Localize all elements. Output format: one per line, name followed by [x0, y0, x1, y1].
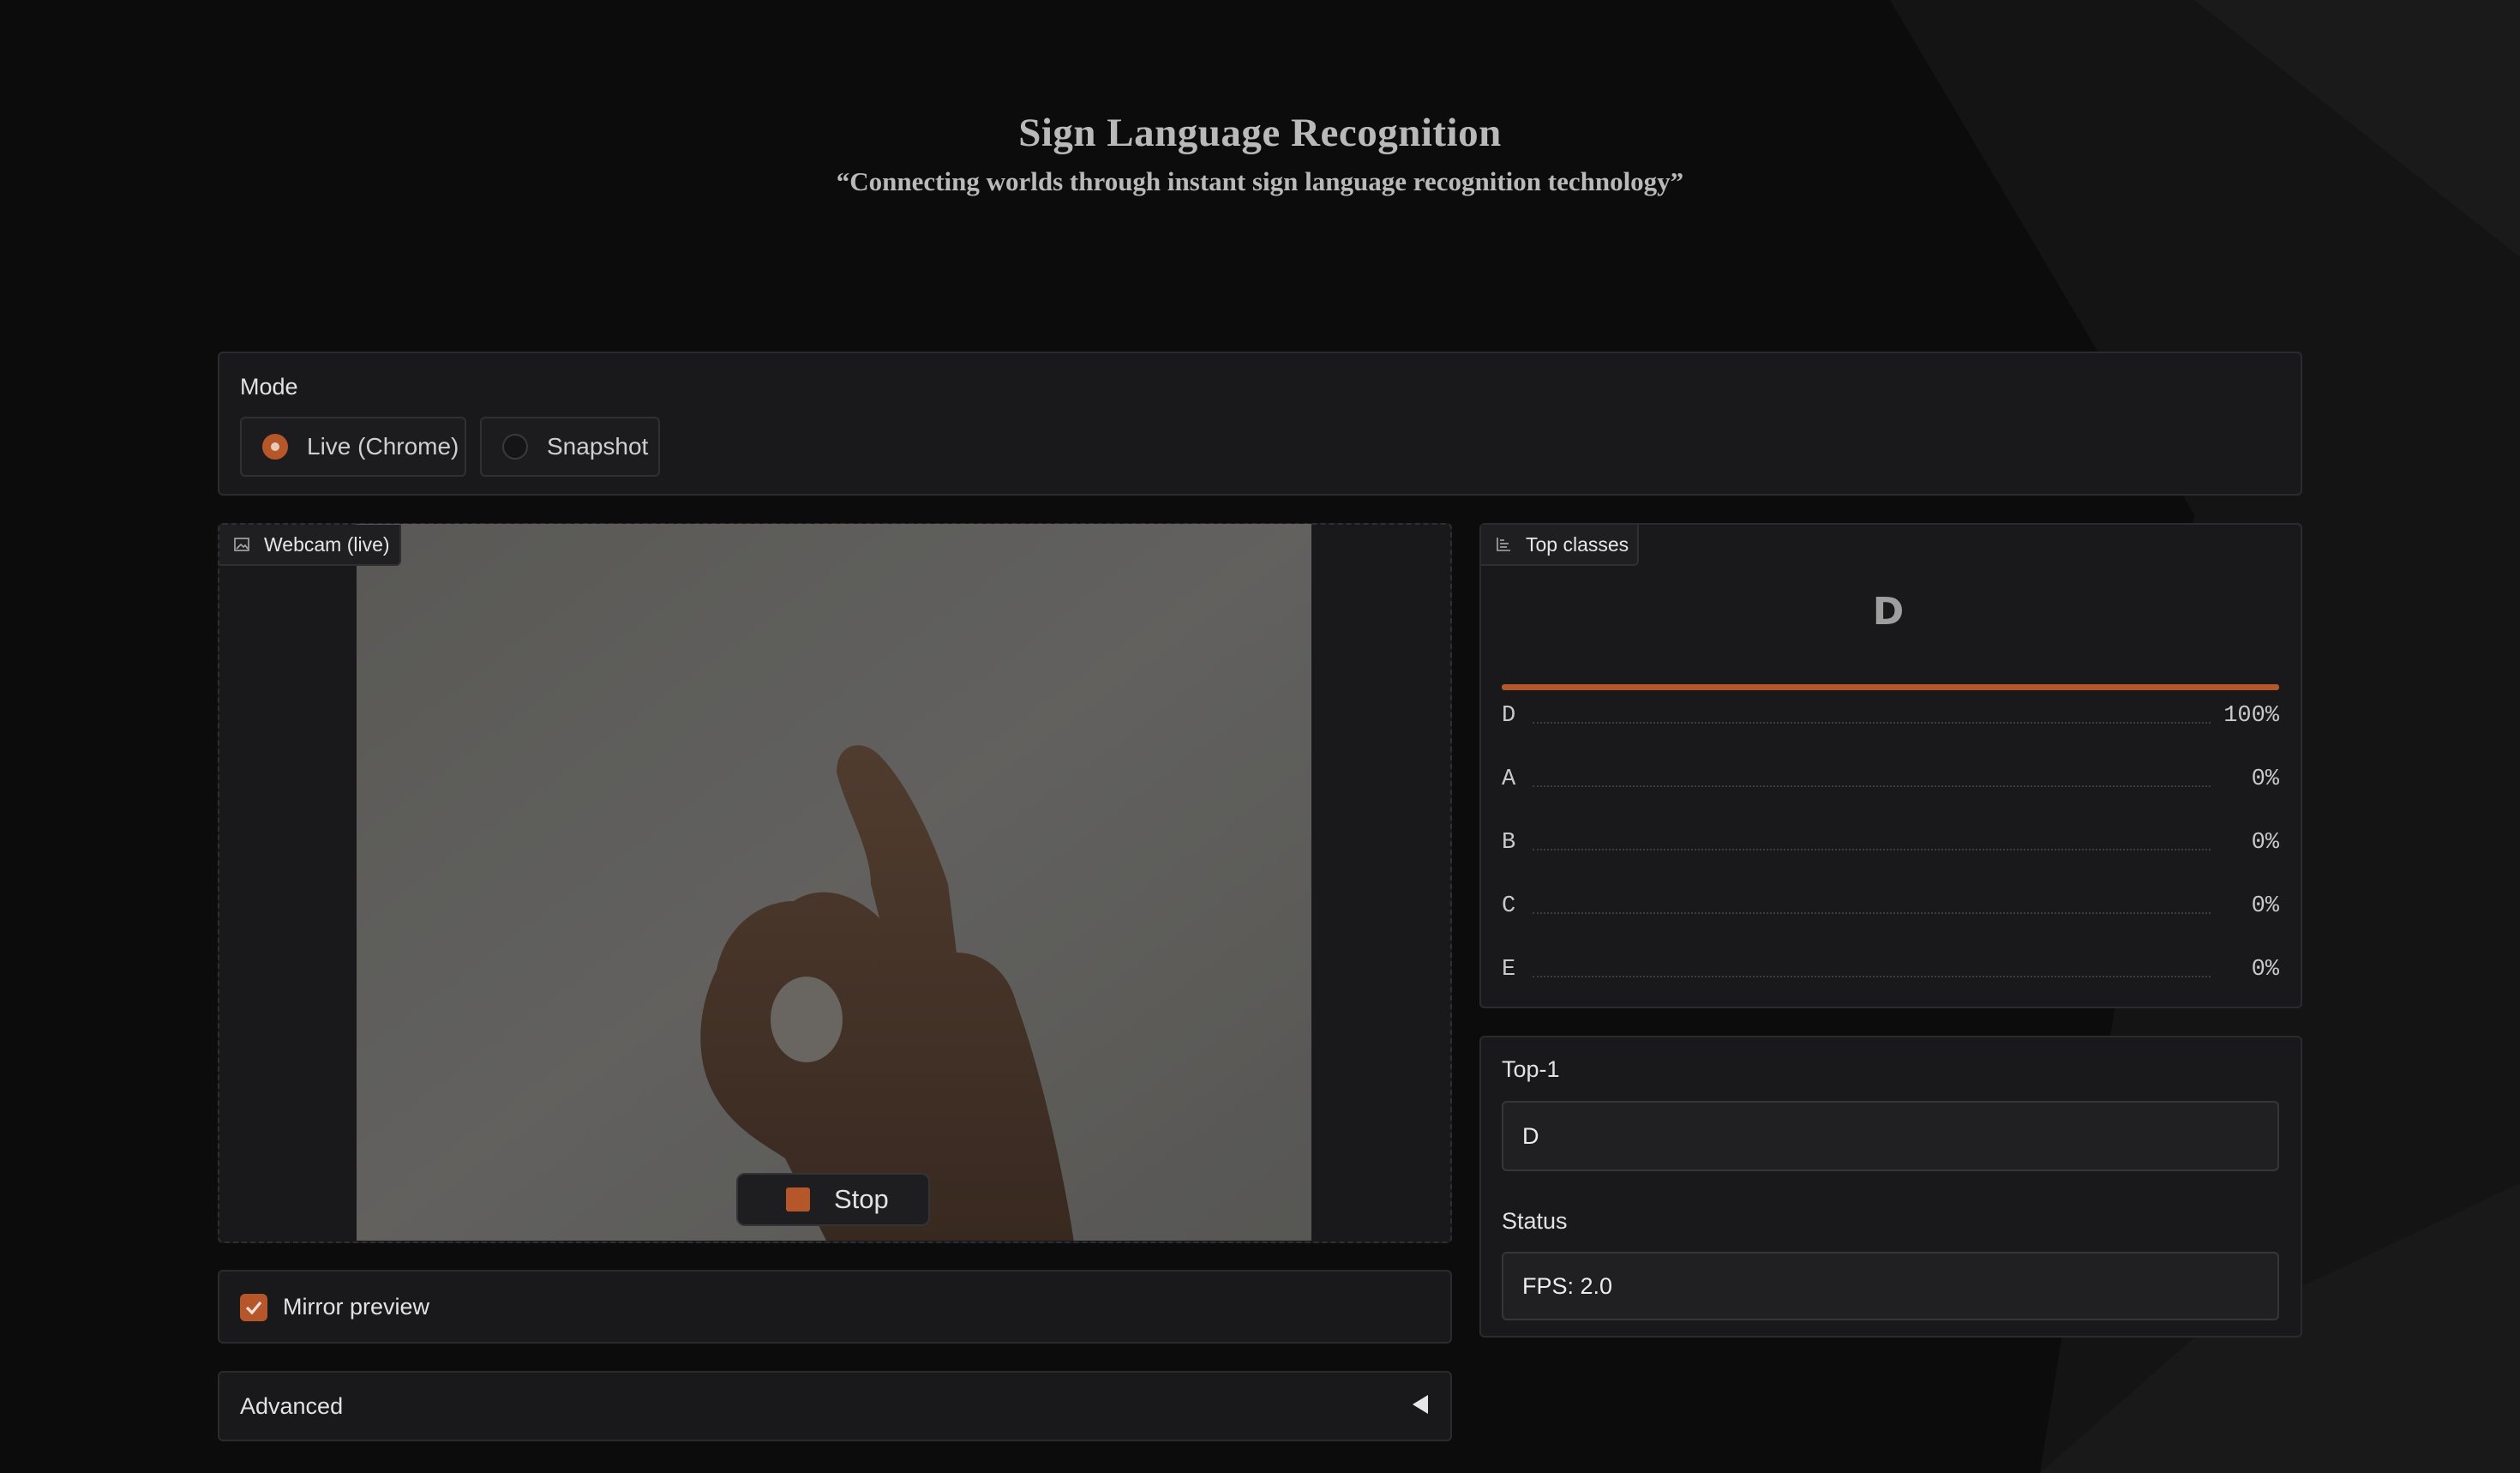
- class-name: C: [1502, 893, 1516, 919]
- bar-chart-icon: [1497, 538, 1510, 551]
- class-confidence: 0%: [2251, 957, 2279, 983]
- stop-button-label: Stop: [834, 1184, 889, 1214]
- class-name: E: [1502, 957, 1516, 983]
- class-name: D: [1502, 703, 1516, 729]
- mirror-preview-label[interactable]: Mirror preview: [283, 1294, 429, 1320]
- mirror-preview-checkbox[interactable]: [240, 1294, 267, 1321]
- advanced-label: Advanced: [240, 1393, 344, 1419]
- top-classes-tag: Top classes: [1481, 525, 1639, 566]
- webcam-tag-label: Webcam (live): [264, 532, 390, 556]
- class-row-leader: [1533, 976, 2211, 977]
- class-row-leader: [1533, 912, 2211, 914]
- status-label: Status: [1502, 1208, 1568, 1234]
- webcam-tag: Webcam (live): [219, 525, 401, 566]
- predicted-class: D: [1872, 590, 1905, 634]
- class-row: D 100%: [1502, 703, 2279, 732]
- webcam-video: [357, 524, 1311, 1241]
- mode-option-live[interactable]: Live (Chrome): [240, 417, 466, 477]
- class-name: B: [1502, 830, 1516, 856]
- page-title: Sign Language Recognition: [1018, 111, 1502, 155]
- image-icon: [234, 538, 249, 551]
- mirror-preview-panel: Mirror preview: [218, 1270, 1452, 1344]
- class-confidence: 0%: [2251, 893, 2279, 919]
- stop-icon: [786, 1187, 810, 1211]
- top1-field[interactable]: D: [1502, 1101, 2279, 1171]
- mode-option-snapshot[interactable]: Snapshot: [480, 417, 660, 477]
- class-row-leader: [1533, 722, 2211, 724]
- triangle-left-icon[interactable]: [1413, 1395, 1428, 1414]
- mode-panel: Mode Live (Chrome) Snapshot: [218, 352, 2302, 496]
- confidence-bar-fill: [1502, 684, 2279, 690]
- class-name: A: [1502, 767, 1516, 792]
- webcam-frame: [357, 524, 1311, 1241]
- class-row: B 0%: [1502, 830, 2279, 859]
- check-icon: [245, 1301, 262, 1315]
- class-row: E 0%: [1502, 957, 2279, 986]
- class-row-leader: [1533, 785, 2211, 787]
- class-confidence: 100%: [2223, 703, 2279, 729]
- top1-label: Top-1: [1502, 1056, 1560, 1082]
- stop-button[interactable]: Stop: [736, 1173, 930, 1226]
- radio-unselected-icon[interactable]: [502, 434, 528, 460]
- class-confidence: 0%: [2251, 767, 2279, 792]
- class-confidence: 0%: [2251, 830, 2279, 856]
- mode-label: Mode: [240, 374, 298, 400]
- advanced-accordion[interactable]: Advanced: [218, 1371, 1452, 1441]
- radio-selected-icon[interactable]: [262, 434, 288, 460]
- mode-option-live-label: Live (Chrome): [307, 433, 459, 460]
- page-subtitle: “Connecting worlds through instant sign …: [836, 166, 1684, 196]
- top-classes-tag-label: Top classes: [1526, 532, 1629, 556]
- status-field[interactable]: FPS: 2.0: [1502, 1252, 2279, 1320]
- class-row: A 0%: [1502, 767, 2279, 796]
- confidence-bar: [1502, 684, 2279, 690]
- mode-option-snapshot-label: Snapshot: [547, 433, 649, 460]
- class-row-leader: [1533, 849, 2211, 851]
- class-row: C 0%: [1502, 893, 2279, 923]
